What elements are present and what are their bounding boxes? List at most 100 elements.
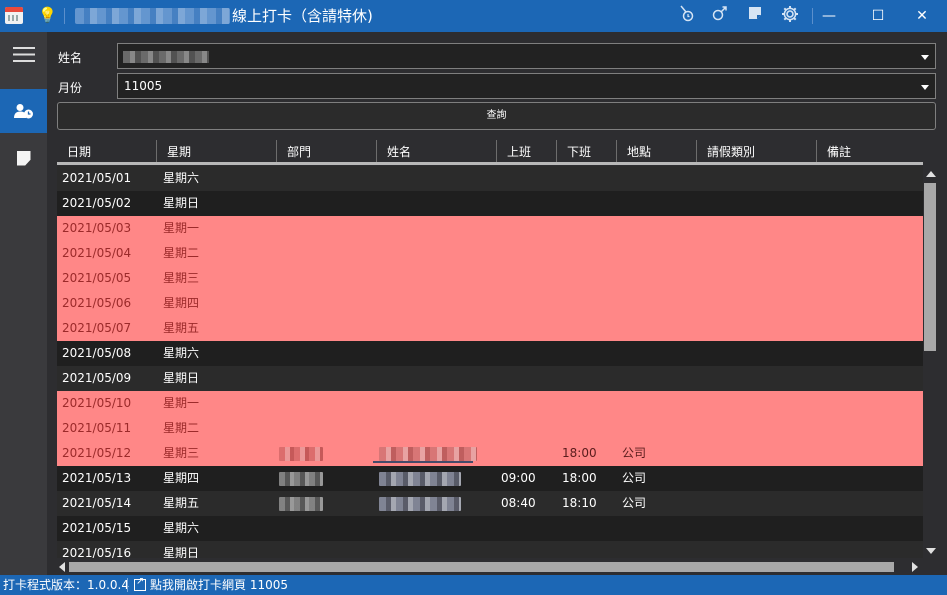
cell-clock-out: 18:00 bbox=[562, 471, 597, 485]
status-bar: 打卡程式版本：1.0.0.4 點我開啟打卡網頁 11005 bbox=[0, 575, 947, 595]
month-select[interactable]: 11005 bbox=[117, 73, 936, 99]
table-row[interactable]: 2021/05/10 星期一 bbox=[57, 391, 923, 416]
close-button[interactable]: ✕ bbox=[899, 0, 945, 32]
table-row[interactable]: 2021/05/01 星期六 bbox=[57, 166, 923, 191]
cell-date: 2021/05/10 bbox=[62, 396, 132, 410]
table-row[interactable]: 2021/05/16 星期日 bbox=[57, 541, 923, 558]
cell-date: 2021/05/05 bbox=[62, 271, 132, 285]
table-row[interactable]: 2021/05/12 星期三 18:00 公司 bbox=[57, 441, 923, 466]
cell-date: 2021/05/09 bbox=[62, 371, 132, 385]
column-header-department[interactable]: 部門 bbox=[276, 140, 376, 164]
redacted-name bbox=[379, 447, 477, 461]
sticky-note-icon[interactable] bbox=[743, 4, 767, 28]
cell-date: 2021/05/16 bbox=[62, 546, 132, 558]
scroll-right-icon[interactable] bbox=[912, 562, 918, 572]
scroll-up-icon[interactable] bbox=[926, 171, 936, 177]
column-header-clock-in[interactable]: 上班 bbox=[496, 140, 556, 164]
chevron-down-icon bbox=[921, 85, 929, 90]
cell-clock-out: 18:00 bbox=[562, 446, 597, 460]
table-row[interactable]: 2021/05/07 星期五 bbox=[57, 316, 923, 341]
column-header-location[interactable]: 地點 bbox=[616, 140, 696, 164]
column-header-name[interactable]: 姓名 bbox=[376, 140, 496, 164]
query-button[interactable]: 查詢 bbox=[57, 102, 936, 130]
window-title: 線上打卡（含請特休) bbox=[232, 7, 373, 25]
cell-weekday: 星期一 bbox=[163, 396, 200, 410]
open-web-link[interactable]: 點我開啟打卡網頁 11005 bbox=[134, 575, 288, 595]
scroll-left-icon[interactable] bbox=[59, 562, 65, 572]
cell-weekday: 星期一 bbox=[163, 221, 200, 235]
cell-weekday: 星期六 bbox=[163, 521, 200, 535]
redacted-underline bbox=[373, 461, 473, 463]
cell-weekday: 星期六 bbox=[163, 171, 200, 185]
month-value: 11005 bbox=[124, 79, 163, 93]
column-header-clock-out[interactable]: 下班 bbox=[556, 140, 616, 164]
hscroll-thumb[interactable] bbox=[69, 562, 894, 572]
hamburger-icon bbox=[12, 46, 35, 62]
cell-weekday: 星期日 bbox=[163, 371, 200, 385]
table-row[interactable]: 2021/05/15 星期六 bbox=[57, 516, 923, 541]
cell-date: 2021/05/12 bbox=[62, 446, 132, 460]
table-row[interactable]: 2021/05/14 星期五 08:40 18:10 公司 bbox=[57, 491, 923, 516]
cell-weekday: 星期三 bbox=[163, 271, 200, 285]
version-text: 打卡程式版本：1.0.0.4 bbox=[3, 578, 129, 592]
table-row[interactable]: 2021/05/11 星期二 bbox=[57, 416, 923, 441]
cell-date: 2021/05/07 bbox=[62, 321, 132, 335]
scroll-down-icon[interactable] bbox=[926, 548, 936, 554]
menu-button[interactable] bbox=[0, 32, 47, 76]
table-row[interactable]: 2021/05/06 星期四 bbox=[57, 291, 923, 316]
note-icon bbox=[16, 150, 31, 166]
minimize-button[interactable]: — bbox=[806, 0, 852, 32]
cell-weekday: 星期四 bbox=[163, 471, 200, 485]
cell-weekday: 星期五 bbox=[163, 496, 200, 510]
cell-clock-in: 08:40 bbox=[501, 496, 536, 510]
month-label: 月份 bbox=[58, 81, 83, 95]
table-row[interactable]: 2021/05/08 星期六 bbox=[57, 341, 923, 366]
table-row[interactable]: 2021/05/09 星期日 bbox=[57, 366, 923, 391]
chevron-down-icon bbox=[921, 55, 929, 60]
column-header-weekday[interactable]: 星期 bbox=[156, 140, 276, 164]
cell-date: 2021/05/01 bbox=[62, 171, 132, 185]
cell-date: 2021/05/06 bbox=[62, 296, 132, 310]
column-header-leave-type[interactable]: 請假類別 bbox=[696, 140, 816, 164]
lightbulb-icon[interactable]: 💡 bbox=[38, 7, 57, 24]
sidebar-item-notes[interactable] bbox=[0, 136, 47, 180]
cell-weekday: 星期日 bbox=[163, 546, 200, 558]
cell-date: 2021/05/02 bbox=[62, 196, 132, 210]
table-row[interactable]: 2021/05/04 星期二 bbox=[57, 241, 923, 266]
cell-location: 公司 bbox=[622, 446, 647, 460]
name-label: 姓名 bbox=[58, 51, 83, 65]
cell-weekday: 星期日 bbox=[163, 196, 200, 210]
cell-date: 2021/05/14 bbox=[62, 496, 132, 510]
vertical-scrollbar[interactable] bbox=[923, 166, 937, 558]
gear-icon[interactable] bbox=[778, 4, 802, 28]
cell-weekday: 星期二 bbox=[163, 421, 200, 435]
cell-date: 2021/05/15 bbox=[62, 521, 132, 535]
table-row[interactable]: 2021/05/02 星期日 bbox=[57, 191, 923, 216]
external-link-icon bbox=[134, 575, 146, 591]
table-row[interactable]: 2021/05/03 星期一 bbox=[57, 216, 923, 241]
sidebar-item-attendance[interactable] bbox=[0, 89, 47, 133]
column-header-date[interactable]: 日期 bbox=[57, 140, 157, 164]
cell-date: 2021/05/11 bbox=[62, 421, 132, 435]
male-icon[interactable] bbox=[708, 4, 732, 28]
cell-weekday: 星期三 bbox=[163, 446, 200, 460]
title-divider bbox=[64, 8, 65, 24]
redacted-name bbox=[379, 497, 461, 511]
table-row[interactable]: 2021/05/05 星期三 bbox=[57, 266, 923, 291]
person-clock-icon bbox=[13, 104, 33, 119]
horizontal-scrollbar[interactable] bbox=[57, 560, 923, 574]
scroll-thumb[interactable] bbox=[924, 183, 936, 351]
redacted-department bbox=[279, 447, 323, 461]
table-row[interactable]: 2021/05/13 星期四 09:00 18:00 公司 bbox=[57, 466, 923, 491]
cell-weekday: 星期四 bbox=[163, 296, 200, 310]
name-select[interactable] bbox=[117, 43, 936, 69]
redacted-name bbox=[379, 472, 461, 486]
timer-icon[interactable] bbox=[674, 4, 698, 28]
redacted-name-value bbox=[123, 51, 209, 63]
cell-weekday: 星期二 bbox=[163, 246, 200, 260]
maximize-button[interactable]: ☐ bbox=[855, 0, 901, 32]
cell-date: 2021/05/13 bbox=[62, 471, 132, 485]
cell-date: 2021/05/04 bbox=[62, 246, 132, 260]
column-header-remarks[interactable]: 備註 bbox=[816, 140, 923, 164]
cell-location: 公司 bbox=[622, 496, 647, 510]
